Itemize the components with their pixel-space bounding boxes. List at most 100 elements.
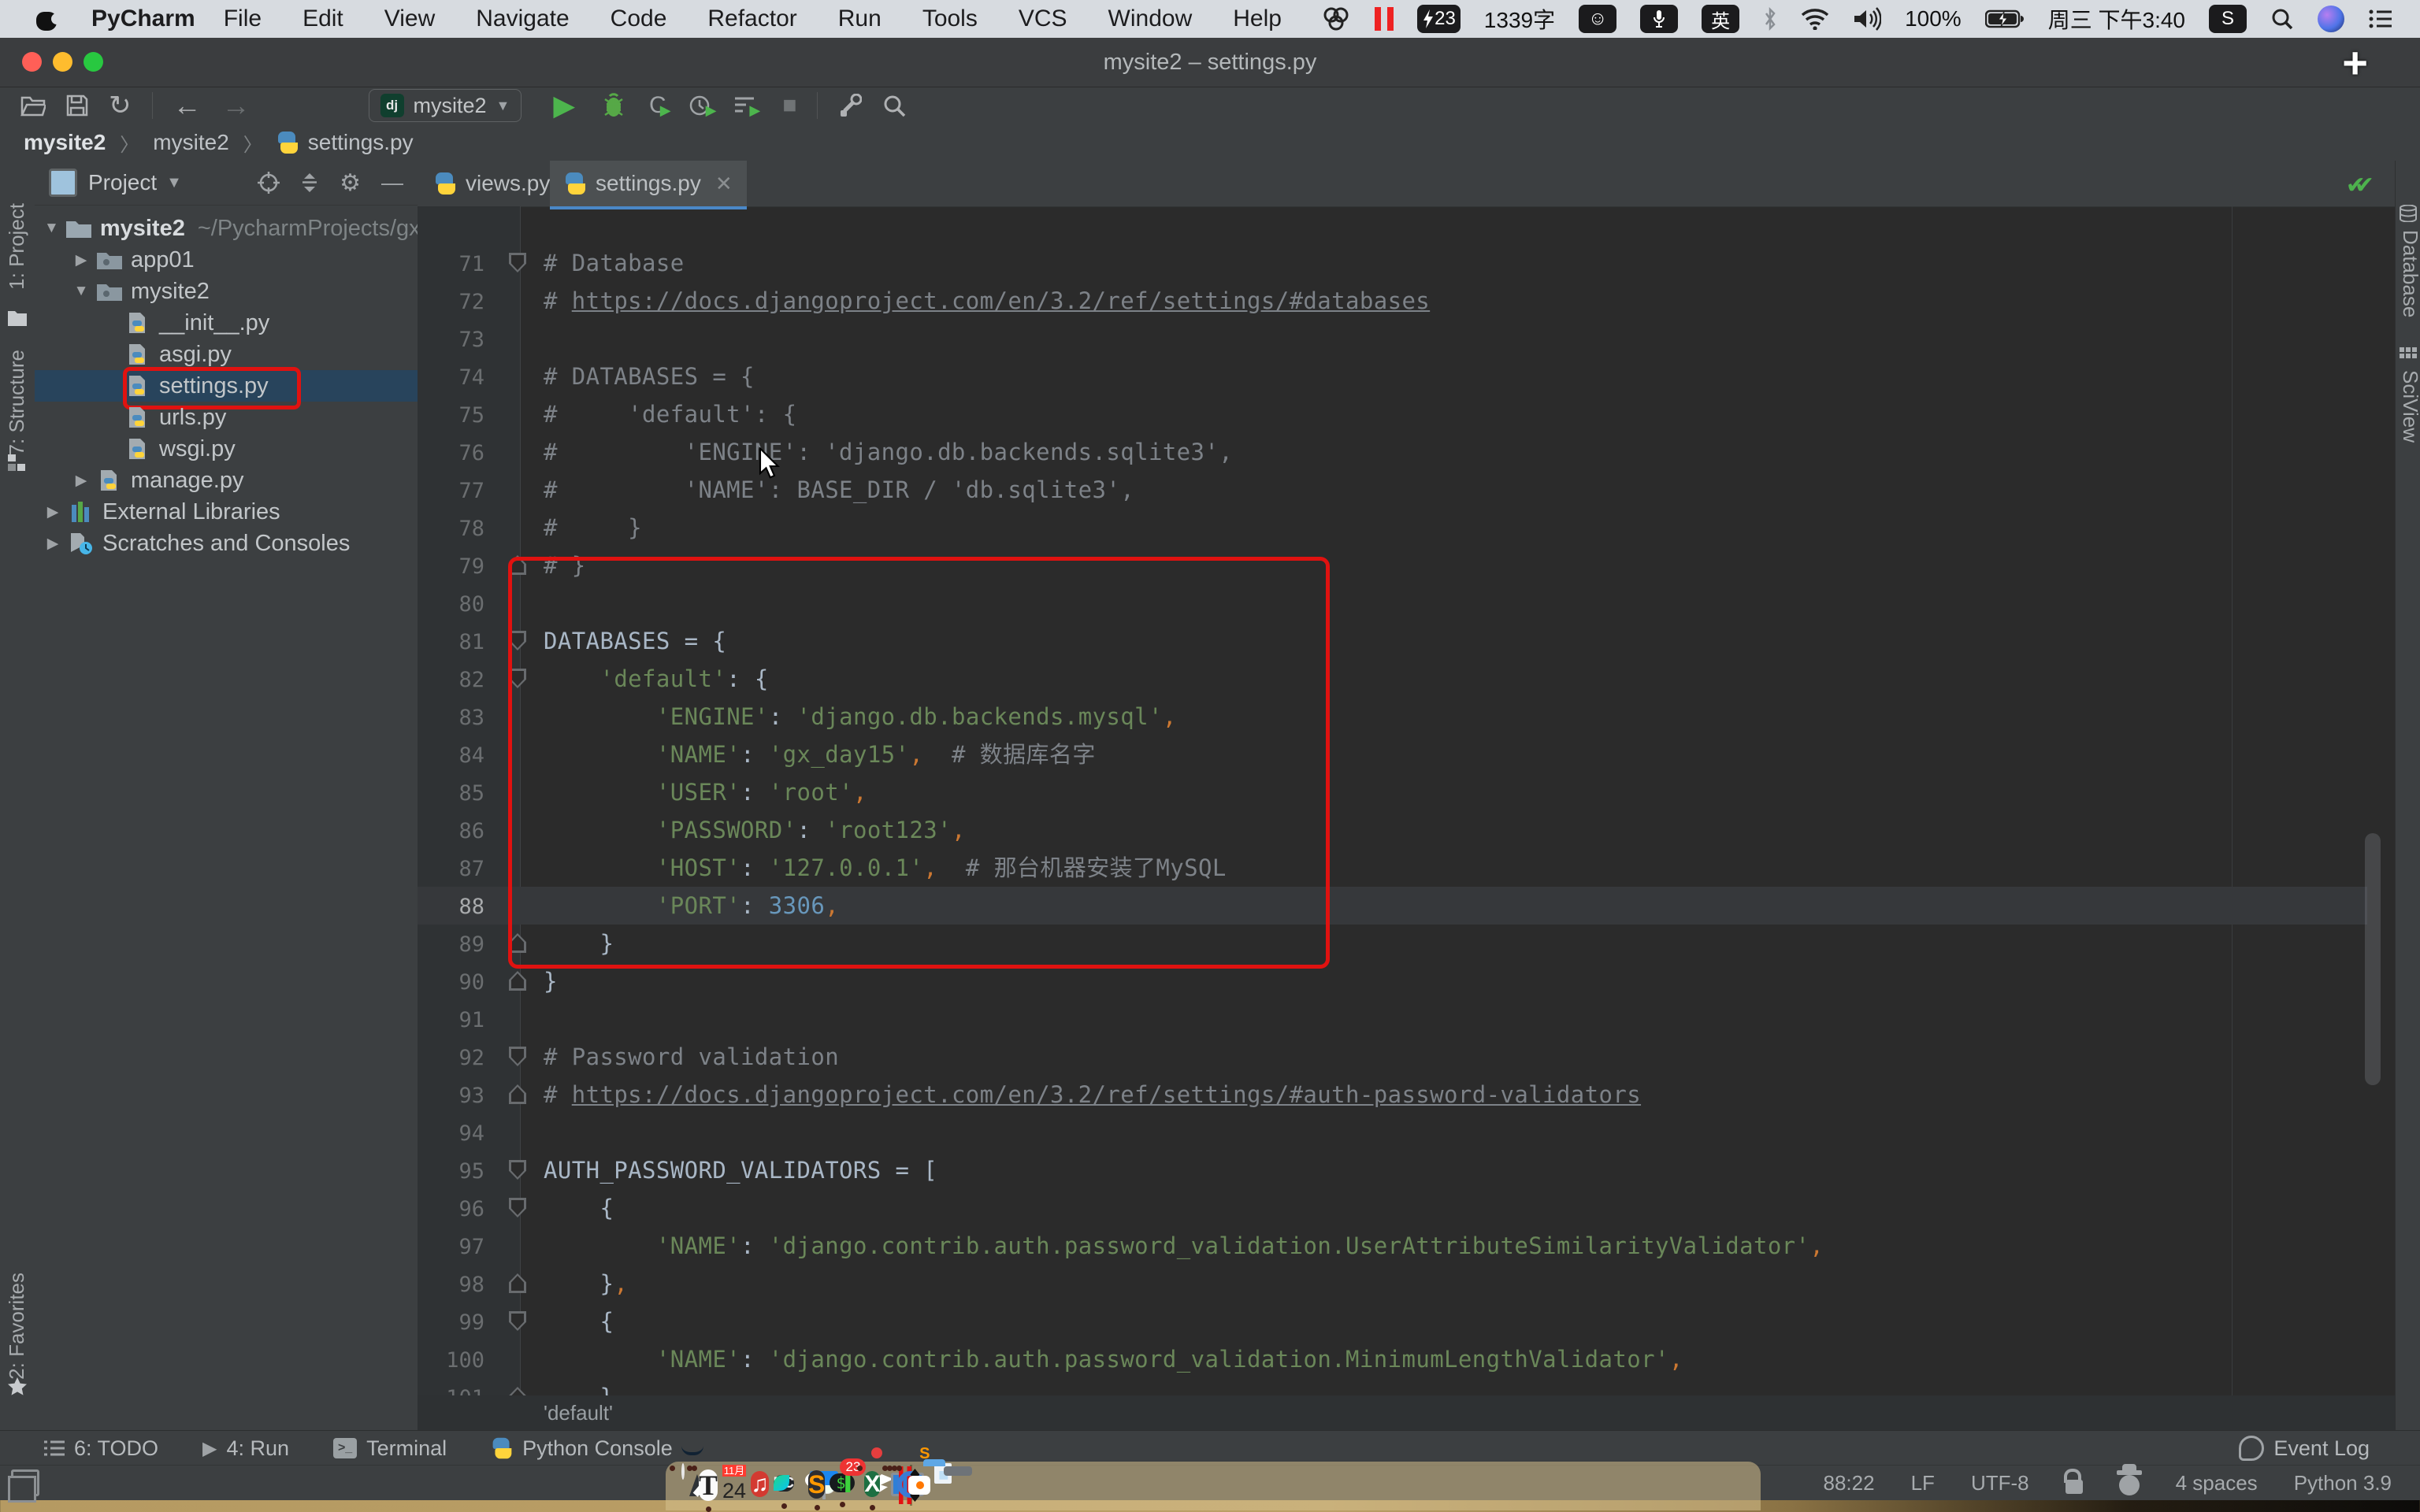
tree-item-mysite2[interactable]: ▼mysite2: [35, 276, 418, 307]
pause-bars-icon[interactable]: [1375, 7, 1394, 31]
tab-settings-py[interactable]: settings.py ✕: [550, 161, 747, 209]
profiler-icon[interactable]: ▶: [689, 93, 717, 119]
interpreter[interactable]: Python 3.9: [2294, 1471, 2392, 1495]
breadcrumb-item[interactable]: settings.py: [308, 130, 414, 155]
fold-marker-icon[interactable]: [509, 1160, 526, 1180]
editor-area[interactable]: views.py ✕ settings.py ✕ 71# Database72#…: [418, 161, 2395, 1430]
editor-scrollbar[interactable]: [2365, 833, 2381, 1085]
search-everywhere-icon[interactable]: [882, 94, 906, 117]
tool-button-database[interactable]: Database: [2398, 230, 2420, 317]
battery-icon[interactable]: [1985, 9, 2025, 29]
code-line-94[interactable]: 94: [418, 1114, 2367, 1151]
tool-button-structure[interactable]: 7: Structure: [5, 350, 29, 455]
dock-sublime-text[interactable]: S: [808, 1465, 825, 1504]
menu-navigate[interactable]: Navigate: [455, 6, 589, 32]
tree-expand-arrow-icon[interactable]: ▶: [44, 503, 61, 521]
wifi-icon[interactable]: [1801, 8, 1829, 30]
menu-window[interactable]: Window: [1088, 6, 1213, 32]
fold-marker-icon[interactable]: [509, 971, 526, 991]
code-line-73[interactable]: 73: [418, 320, 2367, 358]
hide-panel-icon[interactable]: —: [381, 170, 403, 195]
menu-file[interactable]: File: [203, 6, 282, 32]
menu-code[interactable]: Code: [590, 6, 688, 32]
rerun-icon[interactable]: ▶: [733, 93, 760, 119]
event-log-button[interactable]: Event Log: [2239, 1436, 2370, 1461]
tree-expand-arrow-icon[interactable]: ▶: [72, 472, 90, 490]
fold-marker-icon[interactable]: [509, 1311, 526, 1331]
tool-button-sciview[interactable]: SciView: [2398, 370, 2420, 443]
code-line-75[interactable]: 75# 'default': {: [418, 395, 2367, 433]
tool-button-todo[interactable]: 6: TODO: [44, 1436, 158, 1461]
dock-excel[interactable]: X: [864, 1465, 880, 1504]
tool-button-python-console[interactable]: Python Console: [491, 1436, 673, 1461]
fold-marker-icon[interactable]: [509, 253, 526, 272]
project-tool-icon[interactable]: [7, 309, 28, 328]
tree-expand-arrow-icon[interactable]: ▶: [72, 251, 90, 269]
menu-run[interactable]: Run: [818, 6, 902, 32]
notification-badge[interactable]: 23: [1417, 5, 1461, 33]
apple-menu-icon[interactable]: [36, 7, 57, 31]
bluetooth-icon[interactable]: [1763, 7, 1777, 31]
menubar-clock[interactable]: 周三 下午3:40: [2048, 3, 2185, 35]
chevron-down-icon[interactable]: ▼: [166, 174, 182, 192]
tree-item-mysite2[interactable]: ▼mysite2~/PycharmProjects/gx: [35, 213, 418, 244]
spotlight-search-icon[interactable]: [2270, 7, 2294, 31]
project-panel-title[interactable]: Project: [88, 170, 157, 195]
debug-button[interactable]: [602, 93, 625, 118]
code-line-95[interactable]: 95AUTH_PASSWORD_VALIDATORS = [: [418, 1151, 2367, 1189]
tree-item-asgi-py[interactable]: asgi.py: [35, 339, 418, 370]
panel-settings-gear-icon[interactable]: ⚙: [340, 169, 361, 197]
sciview-tool-icon[interactable]: [2399, 346, 2418, 364]
collapse-all-icon[interactable]: [300, 172, 319, 194]
tree-expand-arrow-icon[interactable]: ▶: [44, 535, 61, 553]
tree-item-wsgi-py[interactable]: wsgi.py: [35, 433, 418, 465]
code-line-98[interactable]: 98 },: [418, 1265, 2367, 1303]
tree-item-scratches-and-consoles[interactable]: ▶Scratches and Consoles: [35, 528, 418, 559]
save-all-icon[interactable]: [66, 94, 88, 117]
menubar-app-name[interactable]: PyCharm: [91, 6, 195, 32]
dock-typora[interactable]: T: [699, 1465, 718, 1506]
database-tool-icon[interactable]: [2399, 205, 2418, 222]
fold-marker-icon[interactable]: [509, 1198, 526, 1217]
run-button[interactable]: ▶: [553, 89, 575, 122]
tree-item-manage-py[interactable]: ▶manage.py: [35, 465, 418, 496]
code-line-71[interactable]: 71# Database: [418, 244, 2367, 282]
breadcrumb-item[interactable]: mysite2: [24, 130, 106, 155]
menu-refactor[interactable]: Refactor: [687, 6, 817, 32]
code-line-97[interactable]: 97 'NAME': 'django.contrib.auth.password…: [418, 1227, 2367, 1265]
tree-item-settings-py[interactable]: settings.py: [35, 370, 418, 402]
tool-button-favorites[interactable]: 2: Favorites: [5, 1273, 29, 1380]
menu-list-icon[interactable]: [2368, 8, 2393, 30]
menu-vcs[interactable]: VCS: [998, 6, 1088, 32]
tree-expand-arrow-icon[interactable]: ▼: [44, 220, 59, 237]
fold-marker-icon[interactable]: [509, 1273, 526, 1293]
fold-marker-icon[interactable]: [509, 1084, 526, 1104]
indent-setting[interactable]: 4 spaces: [2176, 1471, 2258, 1495]
forward-icon[interactable]: →: [222, 89, 251, 122]
close-tab-icon[interactable]: ✕: [715, 172, 733, 196]
dock-safari[interactable]: [681, 1465, 685, 1479]
locate-file-icon[interactable]: [258, 172, 280, 194]
code-line-100[interactable]: 100 'NAME': 'django.contrib.auth.passwor…: [418, 1340, 2367, 1378]
code-line-99[interactable]: 99 {: [418, 1303, 2367, 1340]
stop-button[interactable]: ■: [782, 92, 796, 119]
vpn-clover-icon[interactable]: [1321, 6, 1351, 32]
tree-item-app01[interactable]: ▶app01: [35, 244, 418, 276]
code-line-93[interactable]: 93# https://docs.djangoproject.com/en/3.…: [418, 1076, 2367, 1114]
file-encoding[interactable]: UTF-8: [1971, 1471, 2029, 1495]
code-line-72[interactable]: 72# https://docs.djangoproject.com/en/3.…: [418, 282, 2367, 320]
sync-icon[interactable]: ↻: [109, 90, 132, 121]
menu-help[interactable]: Help: [1212, 6, 1302, 32]
run-configuration-selector[interactable]: dj mysite2 ▼: [369, 89, 522, 122]
emoji-input-icon[interactable]: ☺: [1579, 5, 1616, 33]
code-line-76[interactable]: 76# 'ENGINE': 'django.db.backends.sqlite…: [418, 433, 2367, 471]
window-titlebar[interactable]: mysite2 – settings.py +: [0, 38, 2420, 87]
editor-breadcrumb-hint[interactable]: 'default': [418, 1395, 2395, 1430]
tree-item-external-libraries[interactable]: ▶External Libraries: [35, 496, 418, 528]
menu-tools[interactable]: Tools: [902, 6, 998, 32]
mic-input-icon[interactable]: [1640, 5, 1678, 33]
toggle-toolwindows-icon[interactable]: [11, 1469, 39, 1496]
back-icon[interactable]: ←: [173, 89, 202, 122]
tree-expand-arrow-icon[interactable]: ▼: [72, 283, 90, 300]
inspections-hector-icon[interactable]: [2119, 1475, 2140, 1495]
